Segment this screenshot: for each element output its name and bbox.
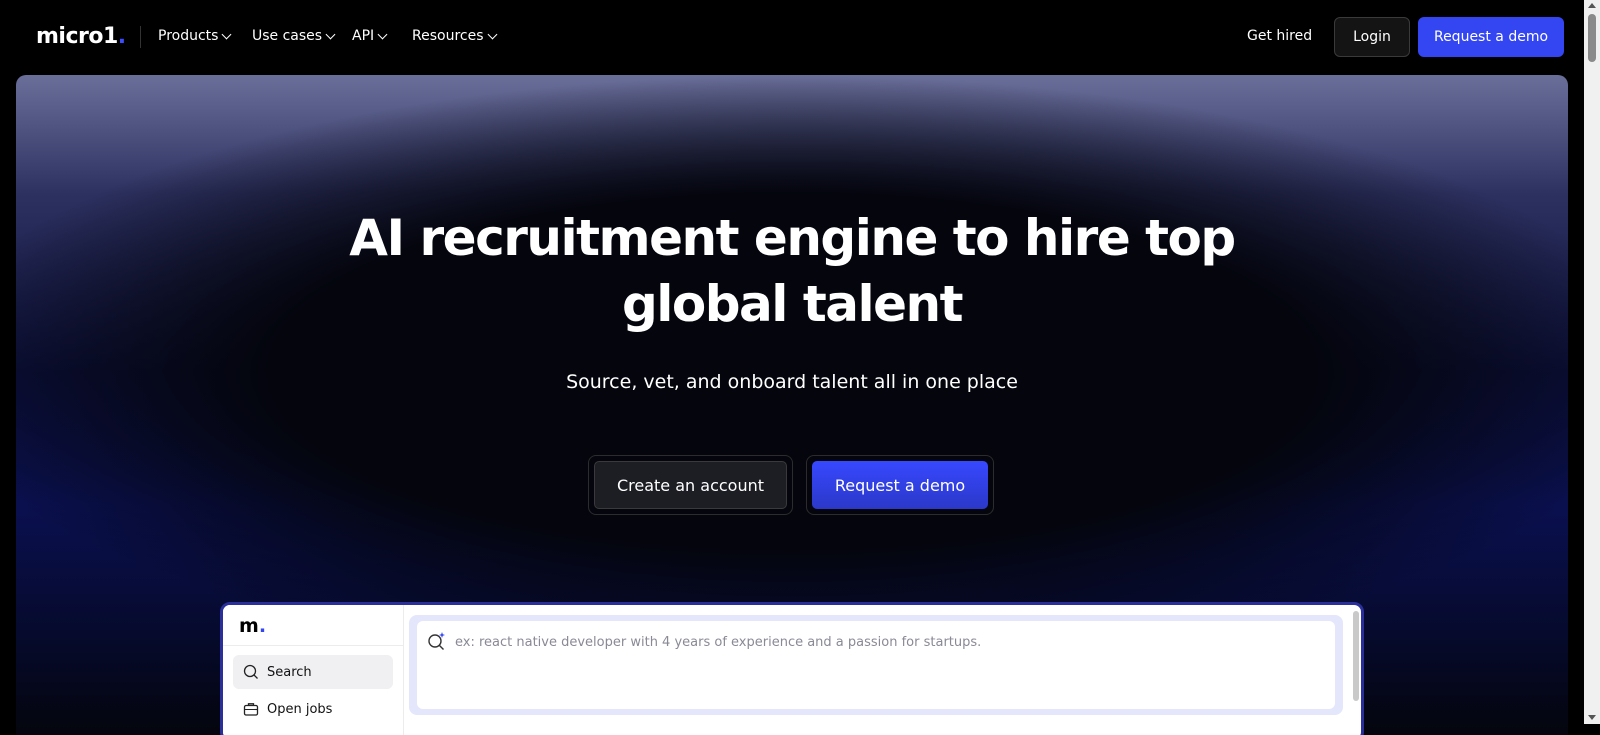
sparkle-search-icon — [428, 632, 445, 650]
briefcase-icon — [243, 703, 259, 716]
app-sidebar: m. Search Open jobs — [223, 605, 404, 735]
nav-api[interactable]: API — [352, 28, 388, 44]
request-demo-hero-wrapper: Request a demo — [806, 455, 994, 515]
app-preview: m. Search Open jobs ex: react native dev… — [220, 602, 1364, 735]
sidebar-item-open-jobs[interactable]: Open jobs — [233, 692, 393, 726]
hero-section: AI recruitment engine to hire top global… — [16, 75, 1568, 735]
create-account-button[interactable]: Create an account — [594, 461, 787, 509]
chevron-down-icon — [325, 29, 336, 40]
nav-resources-label: Resources — [412, 28, 484, 44]
hero-title-line1: AI recruitment engine to hire top — [349, 209, 1236, 267]
search-placeholder: ex: react native developer with 4 years … — [455, 635, 982, 650]
logo[interactable]: micro1. — [36, 24, 126, 49]
nav-use-cases[interactable]: Use cases — [252, 28, 336, 44]
create-account-wrapper: Create an account — [588, 455, 793, 515]
app-logo: m. — [239, 615, 267, 637]
nav-api-label: API — [352, 28, 375, 44]
search-panel: ex: react native developer with 4 years … — [409, 615, 1343, 715]
scroll-up-icon[interactable] — [1588, 3, 1596, 8]
page-scrollbar[interactable] — [1584, 0, 1600, 724]
chevron-down-icon — [487, 29, 497, 40]
request-demo-hero-button[interactable]: Request a demo — [812, 461, 988, 509]
sidebar-item-search[interactable]: Search — [233, 655, 393, 689]
hero-title-line2: global talent — [621, 275, 964, 333]
search-input[interactable]: ex: react native developer with 4 years … — [417, 621, 1335, 709]
sidebar-item-label: Search — [267, 664, 312, 680]
hero-title: AI recruitment engine to hire top global… — [16, 205, 1568, 337]
nav-divider — [140, 26, 141, 48]
nav-products-label: Products — [158, 28, 219, 44]
scroll-down-icon[interactable] — [1588, 715, 1596, 720]
app-scrollbar[interactable] — [1353, 611, 1359, 701]
nav-use-cases-label: Use cases — [252, 28, 323, 44]
nav-products[interactable]: Products — [158, 28, 232, 44]
chevron-down-icon — [377, 29, 388, 40]
scrollbar-thumb[interactable] — [1588, 14, 1596, 62]
chevron-down-icon — [222, 29, 232, 40]
get-hired-link[interactable]: Get hired — [1247, 28, 1312, 44]
top-nav: micro1. Products Use cases API Resources… — [0, 0, 1584, 74]
nav-resources[interactable]: Resources — [412, 28, 497, 44]
sidebar-divider — [223, 645, 403, 646]
login-button[interactable]: Login — [1334, 17, 1410, 57]
search-icon — [243, 664, 258, 679]
hero-subtitle: Source, vet, and onboard talent all in o… — [566, 371, 1018, 393]
request-demo-button[interactable]: Request a demo — [1418, 17, 1564, 57]
sidebar-item-label: Open jobs — [267, 701, 333, 717]
